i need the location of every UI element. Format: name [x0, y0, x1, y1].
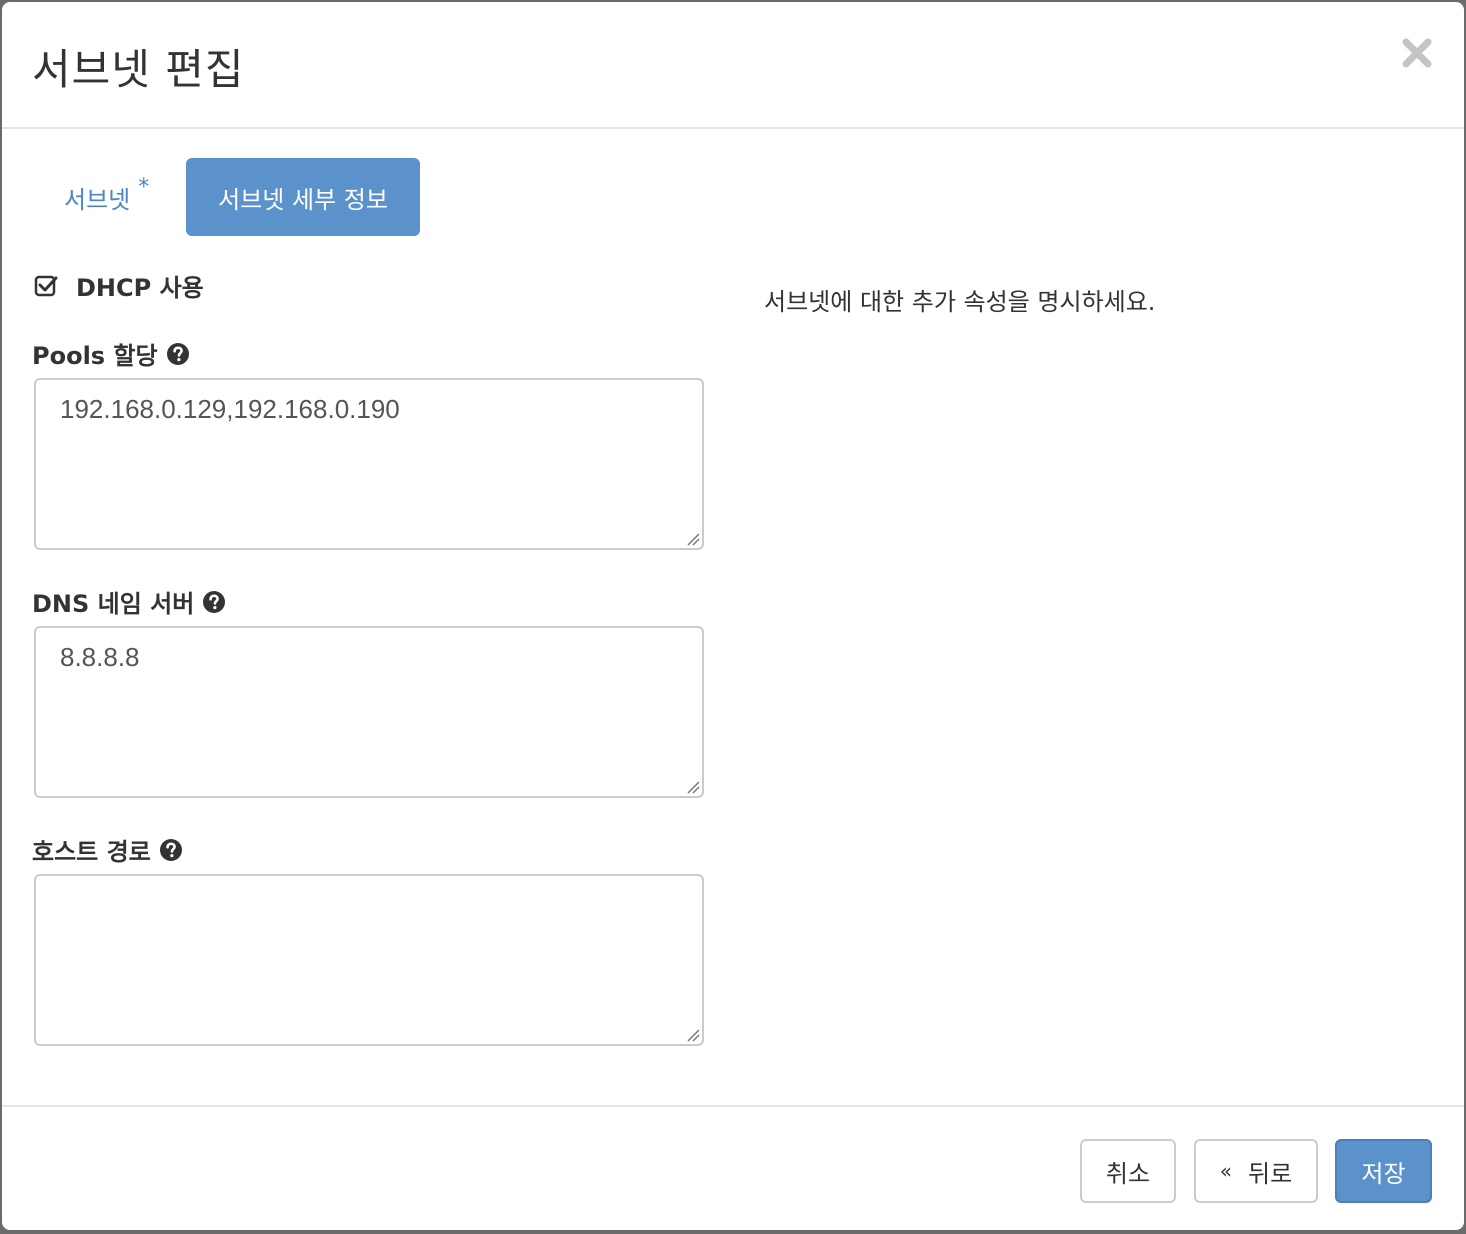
pools-textarea-container [34, 378, 704, 550]
cancel-button-label: 취소 [1105, 1159, 1151, 1188]
required-marker: * [138, 174, 150, 200]
host-routes-textarea-container [34, 874, 704, 1046]
tab-subnet-details-label: 서브넷 세부 정보 [218, 185, 388, 214]
dns-label-text: DNS 네임 서버 [32, 590, 195, 618]
dialog-header: 서브넷 편집 [2, 2, 1464, 129]
dns-textarea[interactable] [36, 628, 702, 796]
save-button-label: 저장 [1361, 1159, 1406, 1188]
question-circle-icon[interactable] [202, 590, 226, 614]
edit-subnet-dialog: 서브넷 편집 서브넷 * 서브넷 세부 정보 DHCP 사용 Pools 할당 [2, 2, 1464, 1230]
resize-grip-icon[interactable] [686, 780, 700, 794]
tab-subnet[interactable]: 서브넷 * [34, 158, 179, 236]
helper-text: 서브넷에 대한 추가 속성을 명시하세요. [764, 288, 1156, 316]
back-button[interactable]: « 뒤로 [1194, 1139, 1318, 1203]
pools-label-text: Pools 할당 [32, 342, 158, 370]
checkbox-checked-icon [34, 275, 58, 296]
dns-textarea-container [34, 626, 704, 798]
close-icon[interactable] [1400, 36, 1434, 70]
dns-label: DNS 네임 서버 [32, 584, 226, 619]
resize-grip-icon[interactable] [686, 532, 700, 546]
host-routes-textarea[interactable] [36, 876, 702, 1044]
dialog-title: 서브넷 편집 [32, 45, 245, 94]
host-routes-label-text: 호스트 경로 [32, 838, 151, 866]
back-button-label: 뒤로 [1248, 1159, 1293, 1188]
resize-grip-icon[interactable] [686, 1028, 700, 1042]
dhcp-label: DHCP 사용 [76, 274, 204, 302]
dhcp-checkbox[interactable]: DHCP 사용 [34, 268, 204, 303]
cancel-button[interactable]: 취소 [1080, 1139, 1176, 1203]
question-circle-icon[interactable] [159, 838, 183, 862]
pools-textarea[interactable] [36, 380, 702, 548]
pools-label: Pools 할당 [32, 336, 190, 371]
double-chevron-left-icon: « [1219, 1159, 1233, 1183]
tab-subnet-details[interactable]: 서브넷 세부 정보 [186, 158, 420, 236]
dialog-footer: 취소 « 뒤로 저장 [2, 1105, 1464, 1230]
tab-subnet-label: 서브넷 [64, 185, 131, 214]
host-routes-label: 호스트 경로 [32, 832, 183, 867]
question-circle-icon[interactable] [166, 342, 190, 366]
save-button[interactable]: 저장 [1335, 1139, 1432, 1203]
